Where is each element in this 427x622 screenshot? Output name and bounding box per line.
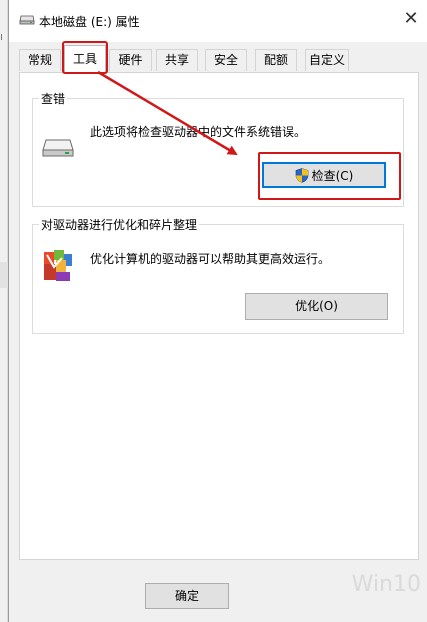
- tab-strip: 常规 工具 硬件 共享 安全 配额 自定义: [9, 45, 427, 73]
- title-bar[interactable]: 本地磁盘 (E:) 属性 ✕: [9, 0, 427, 42]
- error-checking-group: 查错 此选项将检查驱动器中的文件系统错误。 检查(C): [32, 90, 404, 207]
- uac-shield-icon: [295, 167, 308, 183]
- optimize-group: 对驱动器进行优化和碎片整理 优化计算机的驱动器可以帮助其更高效运行。 优化(O): [32, 216, 404, 334]
- close-icon[interactable]: ✕: [402, 10, 420, 28]
- optimize-group-label: 对驱动器进行优化和碎片整理: [39, 216, 200, 233]
- error-checking-description: 此选项将检查驱动器中的文件系统错误。: [90, 125, 307, 139]
- check-button-label: 检查(C): [311, 168, 354, 183]
- tab-tools[interactable]: 工具: [64, 45, 106, 72]
- tab-hardware[interactable]: 硬件: [109, 49, 152, 71]
- ok-button[interactable]: 确定: [145, 583, 229, 609]
- properties-dialog: 本地磁盘 (E:) 属性 ✕ 常规 工具 硬件 共享 安全 配额 自定义 查错 …: [8, 0, 427, 622]
- drive-icon: [19, 15, 35, 25]
- check-button[interactable]: 检查(C): [262, 162, 386, 188]
- tab-security[interactable]: 安全: [205, 49, 247, 71]
- error-checking-label: 查错: [39, 90, 68, 107]
- optimize-description: 优化计算机的驱动器可以帮助其更高效运行。: [90, 252, 331, 266]
- tab-sharing[interactable]: 共享: [156, 49, 198, 71]
- window-title: 本地磁盘 (E:) 属性: [39, 15, 140, 29]
- optimize-button[interactable]: 优化(O): [245, 293, 388, 320]
- tools-tab-panel: 查错 此选项将检查驱动器中的文件系统错误。 检查(C) 对驱动器进行优化和碎片整…: [19, 72, 419, 560]
- defrag-icon: [44, 250, 72, 281]
- tab-quota[interactable]: 配额: [255, 49, 297, 71]
- background-scroll-mark: [0, 262, 8, 288]
- check-button-content: 检查(C): [263, 163, 385, 187]
- watermark-text: Win10: [351, 572, 421, 597]
- tab-general[interactable]: 常规: [19, 49, 61, 71]
- background-tick: [1, 34, 6, 40]
- background-window-edge: [0, 0, 8, 622]
- tab-customize[interactable]: 自定义: [305, 49, 349, 71]
- drive-icon: [42, 139, 74, 157]
